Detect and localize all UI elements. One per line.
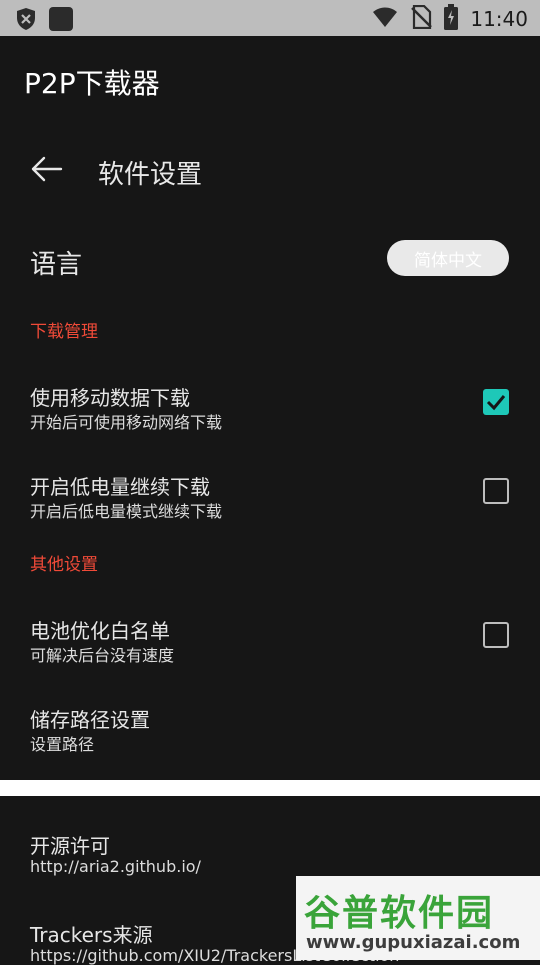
setting-title: 开启低电量继续下载 [30,475,210,499]
page-header: 软件设置 [0,124,540,216]
setting-title: 开源许可 [30,834,110,858]
setting-subtitle: 开始后可使用移动网络下载 [30,413,223,432]
app-title: P2P下载器 [24,67,160,100]
section-header-download: 下载管理 [30,322,98,342]
status-time: 11:40 [470,7,528,31]
watermark-text: 谷普软件园 [304,893,495,934]
setting-title: 电池优化白名单 [30,619,170,643]
battery-whitelist-checkbox[interactable] [483,622,509,648]
no-sim-icon [410,4,433,33]
setting-subtitle: http://aria2.github.io/ [30,857,201,876]
divider-band [0,780,540,796]
app-notification-icon [48,6,74,36]
setting-title: 储存路径设置 [30,708,150,732]
language-select-button[interactable]: 简体中文 [387,240,509,276]
wifi-icon [372,6,398,32]
watermark-url: www.gupuxiazai.com [306,932,521,953]
low-battery-checkbox[interactable] [483,478,509,504]
language-label: 语言 [30,250,83,280]
shield-icon [16,7,36,35]
watermark-logo: 谷普软件园 www.gupuxiazai.com [296,876,540,960]
status-bar: 11:40 [0,0,540,36]
page-title: 软件设置 [98,160,203,190]
mobile-data-checkbox[interactable] [483,389,509,415]
back-arrow-icon[interactable] [30,154,64,184]
setting-subtitle: 开启后低电量模式继续下载 [30,502,223,521]
setting-title: 使用移动数据下载 [30,386,190,410]
setting-subtitle: 可解决后台没有速度 [30,646,175,665]
section-header-other: 其他设置 [30,555,98,575]
app-bar: P2P下载器 [0,36,540,124]
battery-charging-icon [444,4,459,34]
setting-title: Trackers来源 [30,923,153,947]
setting-subtitle: 设置路径 [30,735,95,754]
